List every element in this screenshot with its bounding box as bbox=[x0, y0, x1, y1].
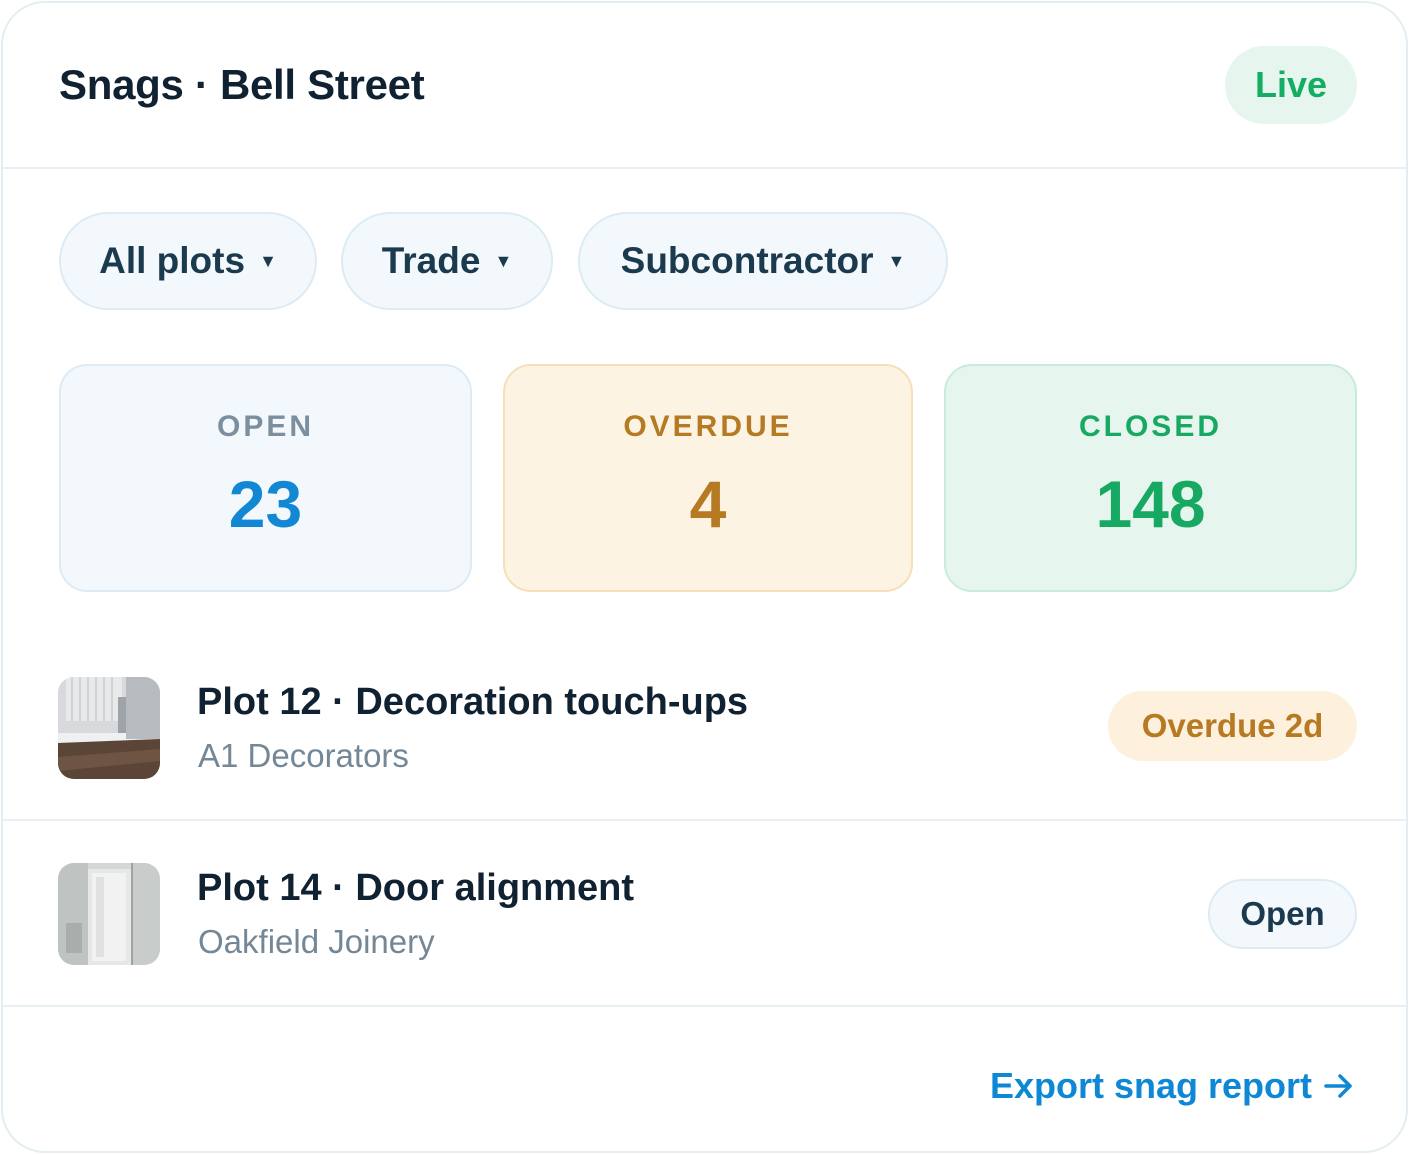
status-badge: Overdue 2d bbox=[1108, 691, 1357, 761]
filter-trade-label: Trade bbox=[381, 240, 481, 281]
stat-closed-card[interactable]: CLOSED 148 bbox=[944, 364, 1357, 592]
snag-list-item[interactable]: Plot 14 · Door alignment Oakfield Joiner… bbox=[3, 819, 1406, 1007]
skirting-photo-icon bbox=[58, 677, 160, 779]
chevron-down-icon: ▼ bbox=[887, 250, 906, 271]
card-header: Snags · Bell Street Live bbox=[3, 3, 1406, 169]
snag-subcontractor: Oakfield Joinery bbox=[198, 923, 435, 960]
export-report-label: Export snag report bbox=[989, 1065, 1312, 1106]
status-badge: Open bbox=[1208, 879, 1357, 949]
arrow-right-icon bbox=[1324, 1072, 1354, 1100]
stat-open-label: OPEN bbox=[216, 410, 315, 443]
stat-open-value: 23 bbox=[228, 467, 303, 541]
filter-subcontractor-label: Subcontractor bbox=[620, 240, 874, 281]
stat-overdue-label: OVERDUE bbox=[623, 410, 793, 443]
export-report-link[interactable]: Export snag report bbox=[990, 1065, 1354, 1107]
stat-closed-label: CLOSED bbox=[1078, 410, 1222, 443]
stat-closed-value: 148 bbox=[1095, 467, 1206, 541]
filter-plots-label: All plots bbox=[99, 240, 246, 281]
chevron-down-icon: ▼ bbox=[494, 250, 513, 271]
door-photo-icon bbox=[58, 863, 160, 965]
page-title: Snags · Bell Street bbox=[59, 61, 425, 108]
snag-subcontractor: A1 Decorators bbox=[198, 737, 409, 774]
stat-overdue-card[interactable]: OVERDUE 4 bbox=[503, 364, 913, 592]
snag-card: Snags · Bell Street Live All plots ▼ Tra… bbox=[1, 1, 1408, 1153]
filter-subcontractor-dropdown[interactable]: Subcontractor ▼ bbox=[578, 212, 948, 310]
snag-title: Plot 12 · Decoration touch-ups bbox=[197, 681, 749, 723]
chevron-down-icon: ▼ bbox=[259, 250, 277, 271]
filter-plots-dropdown[interactable]: All plots ▼ bbox=[59, 212, 317, 310]
snag-title: Plot 14 · Door alignment bbox=[197, 867, 635, 909]
stat-overdue-value: 4 bbox=[689, 467, 727, 541]
live-status-badge: Live bbox=[1225, 46, 1357, 124]
snag-list-item[interactable]: Plot 12 · Decoration touch-ups A1 Decora… bbox=[3, 633, 1406, 821]
stat-open-card[interactable]: OPEN 23 bbox=[59, 364, 472, 592]
filter-trade-dropdown[interactable]: Trade ▼ bbox=[341, 212, 553, 310]
